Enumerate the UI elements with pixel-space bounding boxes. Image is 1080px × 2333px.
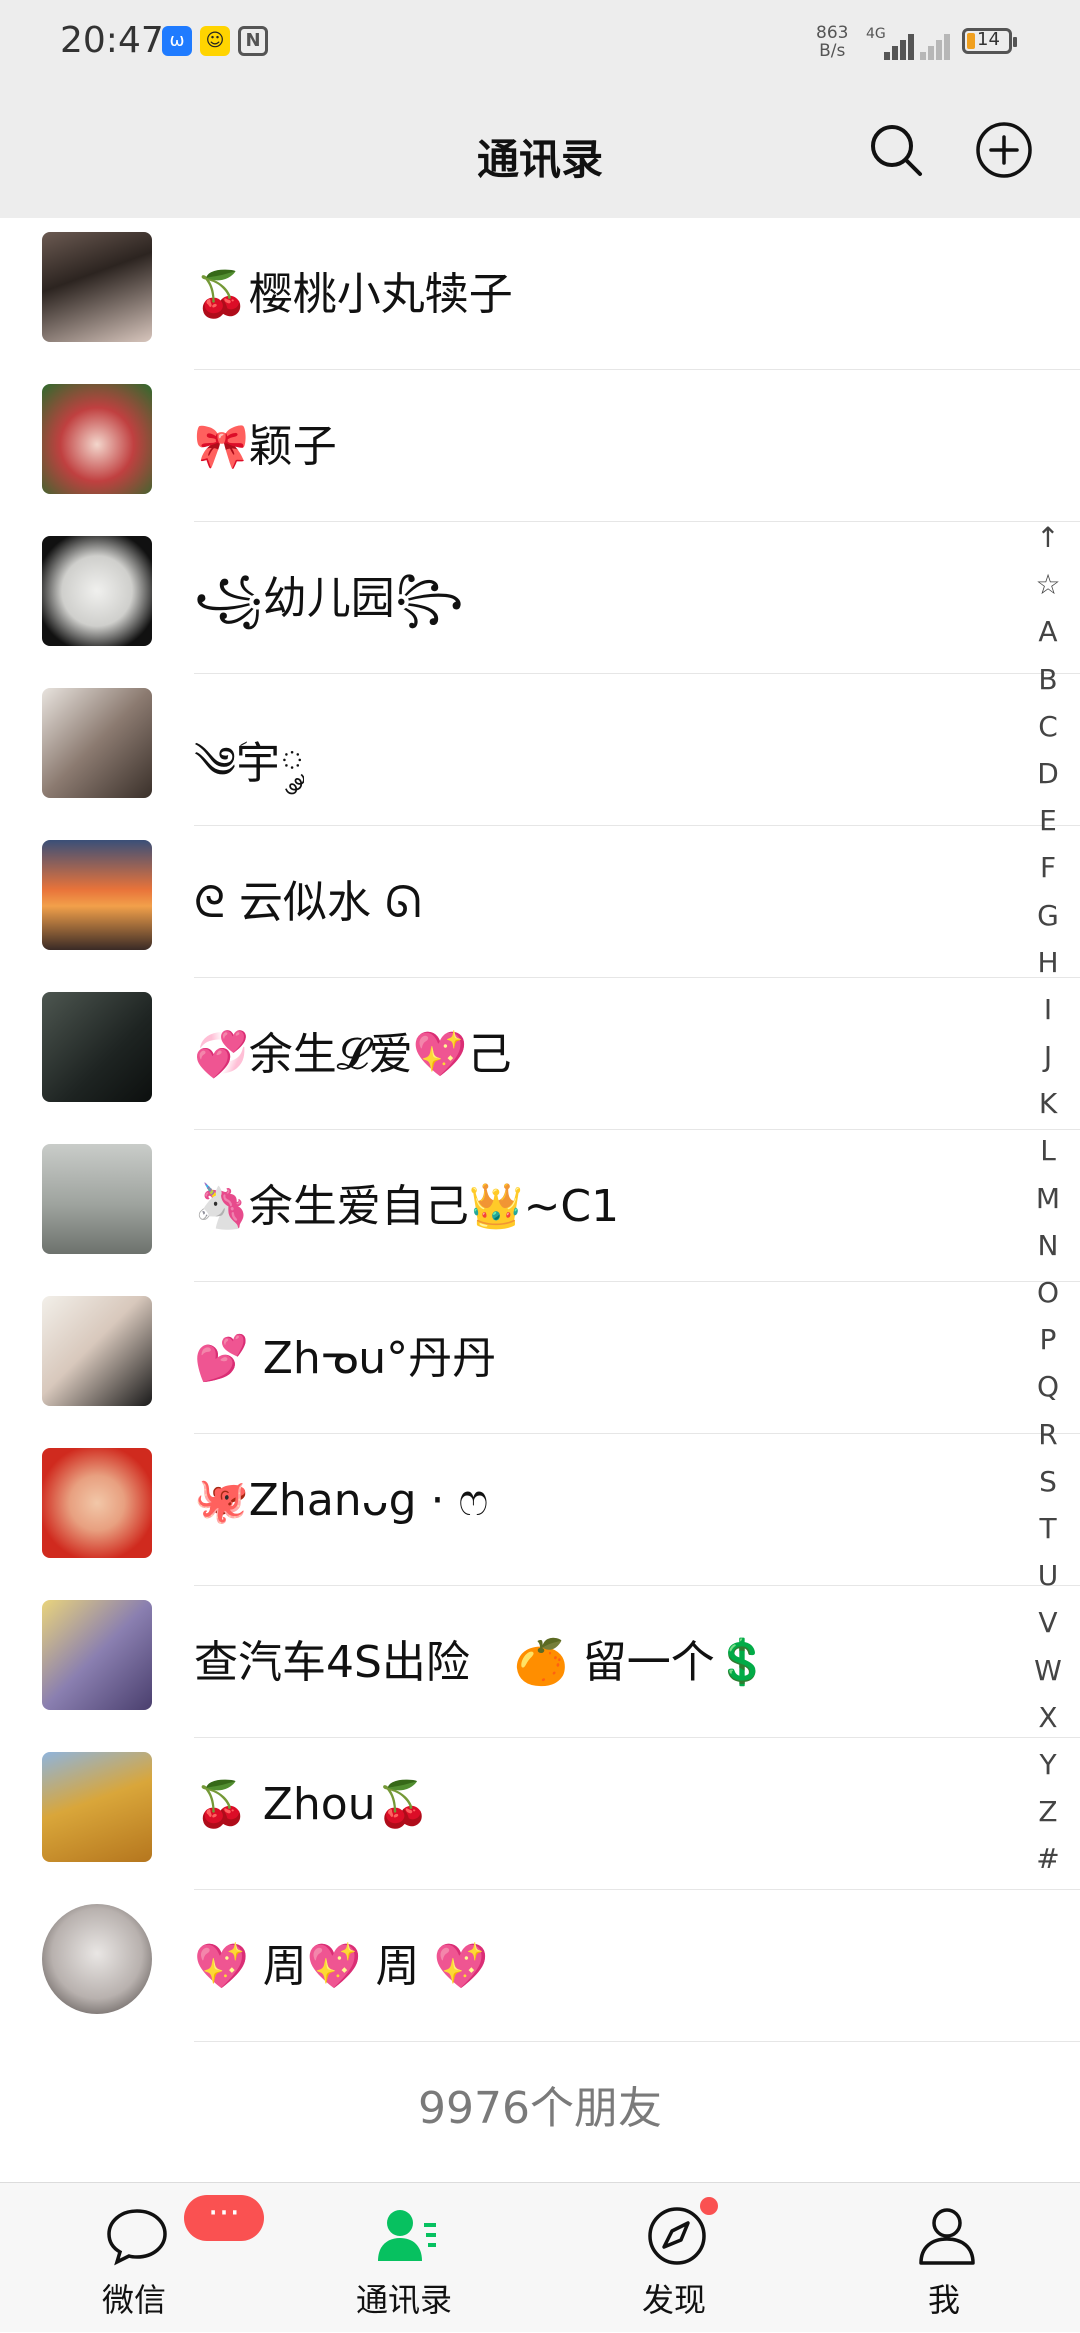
alpha-index-letter[interactable]: T	[1030, 1505, 1066, 1552]
alpha-index-letter[interactable]: C	[1030, 703, 1066, 750]
tab-label: 发现	[641, 2281, 706, 2319]
contact-row[interactable]: ꧁幼儿园꧂	[0, 522, 1080, 674]
avatar	[42, 1600, 152, 1710]
net-speed: 863 B/s	[816, 23, 849, 61]
nfc-icon: N	[238, 26, 268, 56]
signal-icon-2	[916, 28, 960, 60]
avatar	[42, 384, 152, 494]
avatar	[42, 1752, 152, 1862]
app-notification-icon: ☺	[200, 26, 230, 56]
unread-badge: ···	[184, 2195, 264, 2241]
alphabet-index[interactable]: ↑ ☆ A B C D E F G H I J K L M N O P Q R S T U V W X Y Z #	[1030, 514, 1066, 1882]
avatar	[42, 840, 152, 950]
alpha-index-letter[interactable]: #	[1030, 1835, 1066, 1882]
contact-row[interactable]: 🍒樱桃小丸犊子	[0, 218, 1080, 370]
alpha-index-letter[interactable]: F	[1030, 844, 1066, 891]
divider	[194, 2041, 1080, 2042]
contact-row[interactable]: 🎀颖子	[0, 370, 1080, 522]
contact-name: ༄ؘ宇༘	[194, 738, 305, 789]
contact-name: 💞余生𝓛爱💖己	[194, 1029, 512, 1080]
contact-name: 🐙Zhanᴗg · ෆ	[194, 1475, 489, 1526]
contact-name: ꧁幼儿园꧂	[194, 573, 464, 624]
contact-name: 🍒 Zhou🍒	[194, 1779, 431, 1830]
alpha-index-letter[interactable]: H	[1030, 939, 1066, 986]
plus-circle-icon	[976, 122, 1032, 178]
header: 通讯录	[0, 88, 1080, 218]
avatar	[42, 536, 152, 646]
avatar	[42, 232, 152, 342]
avatar	[42, 1904, 152, 2014]
alpha-index-letter[interactable]: G	[1030, 892, 1066, 939]
contact-name: 🍒樱桃小丸犊子	[194, 269, 513, 320]
avatar	[42, 1448, 152, 1558]
tab-bar: ··· 微信 通讯录 发现 我	[0, 2182, 1080, 2332]
alpha-index-letter[interactable]: Z	[1030, 1788, 1066, 1835]
contact-row[interactable]: 查汽车4S出险 🍊 留一个💲	[0, 1586, 1080, 1738]
contact-name: 💖 周💖 周 💖	[194, 1941, 489, 1992]
alpha-index-letter[interactable]: A	[1030, 608, 1066, 655]
alpha-index-letter[interactable]: R	[1030, 1411, 1066, 1458]
contacts-person-icon	[378, 2210, 436, 2261]
alpha-index-letter[interactable]: Q	[1030, 1363, 1066, 1410]
contact-name: 查汽车4S出险 🍊 留一个💲	[194, 1637, 770, 1688]
contact-name: 🎀颖子	[194, 421, 337, 472]
avatar	[42, 992, 152, 1102]
alpha-index-letter[interactable]: V	[1030, 1599, 1066, 1646]
alpha-index-letter[interactable]: D	[1030, 750, 1066, 797]
alpha-index-letter[interactable]: I	[1030, 986, 1066, 1033]
alpha-index-letter[interactable]: ↑	[1030, 514, 1066, 561]
tab-label: 我	[927, 2281, 960, 2319]
alpha-index-letter[interactable]: N	[1030, 1222, 1066, 1269]
chat-bubble-icon	[107, 2209, 167, 2266]
alpha-index-letter[interactable]: ☆	[1030, 561, 1066, 608]
search-button[interactable]	[866, 120, 926, 180]
alpha-index-letter[interactable]: P	[1030, 1316, 1066, 1363]
person-icon	[919, 2208, 975, 2265]
alpha-index-letter[interactable]: O	[1030, 1269, 1066, 1316]
contact-row[interactable]: 🍒 Zhou🍒	[0, 1738, 1080, 1890]
tab-chats[interactable]: ··· 微信	[34, 2183, 264, 2333]
tab-discover[interactable]: 发现	[574, 2183, 774, 2333]
contact-name: 🦄余生爱自己👑~C1	[194, 1181, 620, 1232]
tab-me[interactable]: 我	[844, 2183, 1044, 2333]
avatar	[42, 1296, 152, 1406]
avatar	[42, 1144, 152, 1254]
contact-row[interactable]: 🐙Zhanᴗg · ෆ	[0, 1434, 1080, 1586]
tab-label: 微信	[101, 2281, 166, 2319]
contact-row[interactable]: 💞余生𝓛爱💖己	[0, 978, 1080, 1130]
app-notification-icon: ω	[162, 26, 192, 56]
contact-name: ᘓ 云似水 ᘏ	[194, 877, 422, 928]
alpha-index-letter[interactable]: X	[1030, 1694, 1066, 1741]
contact-name: 💕 Zhᓀu°丹丹	[194, 1333, 497, 1384]
signal-icon	[876, 28, 920, 60]
battery-icon: 14	[962, 28, 1017, 54]
alpha-index-letter[interactable]: K	[1030, 1080, 1066, 1127]
alpha-index-letter[interactable]: L	[1030, 1127, 1066, 1174]
alpha-index-letter[interactable]: J	[1030, 1033, 1066, 1080]
alpha-index-letter[interactable]: W	[1030, 1647, 1066, 1694]
compass-icon	[648, 2207, 706, 2265]
contact-row[interactable]: ༄ؘ宇༘	[0, 674, 1080, 826]
contact-row[interactable]: 💕 Zhᓀu°丹丹	[0, 1282, 1080, 1434]
status-time: 20:47	[60, 20, 164, 61]
alpha-index-letter[interactable]: Y	[1030, 1741, 1066, 1788]
alpha-index-letter[interactable]: U	[1030, 1552, 1066, 1599]
add-button[interactable]	[974, 120, 1034, 180]
alpha-index-letter[interactable]: B	[1030, 656, 1066, 703]
tab-label: 通讯录	[355, 2281, 452, 2319]
contact-row[interactable]: ᘓ 云似水 ᘏ	[0, 826, 1080, 978]
search-icon	[871, 125, 922, 176]
alpha-index-letter[interactable]: M	[1030, 1175, 1066, 1222]
contact-row[interactable]: 💖 周💖 周 💖	[0, 1890, 1080, 2042]
discover-dot	[700, 2197, 718, 2215]
tab-contacts[interactable]: 通讯录	[304, 2183, 504, 2333]
alpha-index-letter[interactable]: S	[1030, 1458, 1066, 1505]
contact-list: 🍒樱桃小丸犊子 🎀颖子 ꧁幼儿园꧂ ༄ؘ宇༘ ᘓ 云似水 ᘏ 💞余生𝓛爱💖己 🦄…	[0, 218, 1080, 2042]
friend-count: 9976个朋友	[418, 2083, 662, 2134]
contact-row[interactable]: 🦄余生爱自己👑~C1	[0, 1130, 1080, 1282]
status-bar: 20:47 ω ☺ N 863 B/s 4G 14	[0, 0, 1080, 88]
alpha-index-letter[interactable]: E	[1030, 797, 1066, 844]
avatar	[42, 688, 152, 798]
